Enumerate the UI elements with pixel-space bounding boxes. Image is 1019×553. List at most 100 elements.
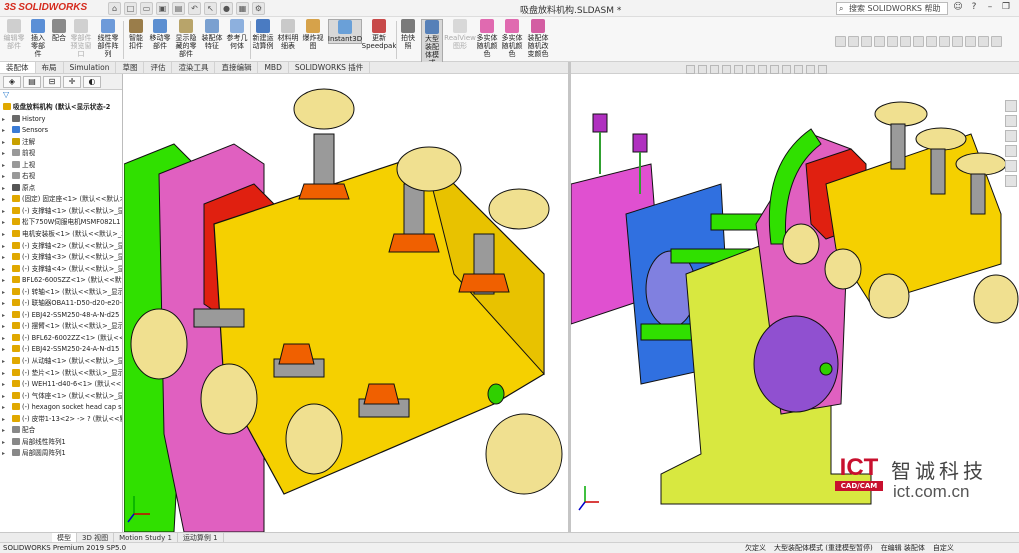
- mate-button[interactable]: 配合: [51, 19, 67, 42]
- instant3d-button[interactable]: Instant3D: [328, 19, 362, 44]
- expand-arrow-icon[interactable]: ▸: [2, 252, 5, 264]
- view-settings-icon[interactable]: [978, 36, 989, 47]
- save-icon[interactable]: ▣: [156, 2, 169, 15]
- appearance-icon[interactable]: [952, 36, 963, 47]
- expand-arrow-icon[interactable]: ▸: [2, 217, 5, 229]
- tree-item[interactable]: ▸ (-) 转轴<1> (默认<<默认>_显示: [0, 287, 122, 299]
- section-view-icon[interactable]: [722, 65, 731, 74]
- tree-item[interactable]: ▸ (-) EBJ42-SSM250-24-A-N-d15: [0, 344, 122, 356]
- tree-item[interactable]: ▸ 原点: [0, 183, 122, 195]
- tree-item[interactable]: ▸ Sensors: [0, 125, 122, 137]
- tree-item[interactable]: ▸ (-) 支撑轴<4> (默认<<默认>_显: [0, 264, 122, 276]
- view-settings-icon[interactable]: [806, 65, 815, 74]
- expand-arrow-icon[interactable]: ▸: [2, 160, 5, 172]
- tree-item[interactable]: ▸ (-) 皮带1-13<2> -> ? (默认<<默认: [0, 414, 122, 426]
- edit-component-button[interactable]: 编辑零部件: [2, 19, 26, 50]
- dimxpert-icon[interactable]: ✛: [63, 76, 81, 88]
- expand-arrow-icon[interactable]: ▸: [2, 229, 5, 241]
- restore-icon[interactable]: ❐: [1000, 1, 1012, 14]
- expand-arrow-icon[interactable]: ▸: [2, 171, 5, 183]
- file-properties-icon[interactable]: ▦: [236, 2, 249, 15]
- large-assembly-mode-button[interactable]: 大型装配体模式: [421, 19, 443, 68]
- expand-arrow-icon[interactable]: ▸: [2, 425, 5, 437]
- monitor-icon[interactable]: [818, 65, 827, 74]
- solidworks-logo[interactable]: 3S SOLIDWORKS: [4, 2, 87, 13]
- tree-item[interactable]: ▸ 松下750W伺服电机MSMF082L1: [0, 217, 122, 229]
- assembly-features-button[interactable]: 装配体特征: [201, 19, 223, 50]
- expand-arrow-icon[interactable]: ▸: [2, 125, 5, 137]
- tree-item[interactable]: ▸ (-) hexagon socket head cap s: [0, 402, 122, 414]
- tree-item[interactable]: ▸ 上视: [0, 160, 122, 172]
- show-hidden-components-button[interactable]: 显示隐藏的零部件: [174, 19, 198, 58]
- expand-arrow-icon[interactable]: ▸: [2, 194, 5, 206]
- zoom-fit-icon[interactable]: [874, 36, 885, 47]
- expand-arrow-icon[interactable]: ▸: [2, 321, 5, 333]
- view-palette-icon[interactable]: [1005, 145, 1017, 157]
- expand-arrow-icon[interactable]: ▸: [2, 148, 5, 160]
- tree-item[interactable]: ▸ History: [0, 114, 122, 126]
- move-component-button[interactable]: 移动零部件: [149, 19, 171, 50]
- zoom-area-icon[interactable]: [698, 65, 707, 74]
- feature-manager-icon[interactable]: ◈: [3, 76, 21, 88]
- expand-arrow-icon[interactable]: ▸: [2, 183, 5, 195]
- monitor-icon[interactable]: [991, 36, 1002, 47]
- linear-pattern-button[interactable]: 线性零部件阵列: [95, 19, 121, 58]
- tree-item[interactable]: ▸ 前视: [0, 148, 122, 160]
- rebuild-icon[interactable]: [861, 36, 872, 47]
- previous-view-icon[interactable]: [710, 65, 719, 74]
- display-style-icon[interactable]: [926, 36, 937, 47]
- take-snapshot-button[interactable]: 拍快照: [398, 19, 418, 50]
- tree-item[interactable]: ▸ BFL62-600SZZ<1> (默认<<默认: [0, 275, 122, 287]
- expand-arrow-icon[interactable]: ▸: [2, 344, 5, 356]
- print-icon[interactable]: ▤: [172, 2, 185, 15]
- tree-item[interactable]: ▸ (-) 联轴器OBA11-D50-d20-e20-: [0, 298, 122, 310]
- tree-item[interactable]: ▸ 右视: [0, 171, 122, 183]
- tree-item[interactable]: ▸ 注解: [0, 137, 122, 149]
- expand-arrow-icon[interactable]: ▸: [2, 391, 5, 403]
- home-icon[interactable]: ⌂: [108, 2, 121, 15]
- tree-item[interactable]: ▸ (-) 垫片<1> (默认<<默认>_显示: [0, 368, 122, 380]
- hide-show-icon[interactable]: [939, 36, 950, 47]
- expand-arrow-icon[interactable]: ▸: [2, 368, 5, 380]
- resources-icon[interactable]: [1005, 100, 1017, 112]
- tree-item[interactable]: ▸ (固定) 固定座<1> (默认<<默认>_: [0, 194, 122, 206]
- realview-graphics-button[interactable]: RealView图形: [444, 19, 476, 50]
- tree-item[interactable]: ▸ 局部圆周阵列1: [0, 448, 122, 460]
- user-icon[interactable]: ☺: [952, 1, 964, 14]
- assembly-random-color-button[interactable]: 装配体随机改变颜色: [526, 19, 550, 58]
- view-orientation-icon[interactable]: [746, 65, 755, 74]
- expand-arrow-icon[interactable]: ▸: [2, 137, 5, 149]
- expand-arrow-icon[interactable]: ▸: [2, 356, 5, 368]
- help-icon[interactable]: ?: [968, 1, 980, 14]
- tree-root[interactable]: 吸盘放料机构 (默认<显示状态-2: [0, 102, 122, 114]
- units-selector[interactable]: 自定义: [933, 543, 954, 553]
- appearances-icon[interactable]: [1005, 160, 1017, 172]
- options-icon[interactable]: ⚙: [252, 2, 265, 15]
- zoom-area-icon[interactable]: [887, 36, 898, 47]
- reference-geometry-button[interactable]: 参考几何体: [226, 19, 248, 50]
- tab-simulation[interactable]: Simulation: [64, 62, 117, 73]
- tab-render-tools[interactable]: 渲染工具: [172, 62, 216, 73]
- undo-icon[interactable]: ↶: [188, 2, 201, 15]
- help-search-input[interactable]: ⌕ 搜索 SOLIDWORKS 帮助: [836, 2, 948, 15]
- rebuild-icon[interactable]: ●: [220, 2, 233, 15]
- tree-filter[interactable]: ▽: [0, 90, 122, 102]
- display-style-icon[interactable]: [758, 65, 767, 74]
- zoom-fit-icon[interactable]: [686, 65, 695, 74]
- expand-arrow-icon[interactable]: ▸: [2, 206, 5, 218]
- section-view-icon[interactable]: [900, 36, 911, 47]
- smart-fasteners-button[interactable]: 智能扣件: [126, 19, 146, 50]
- tree-item[interactable]: ▸ (-) BFL62-6002ZZ<1> (默认<<默: [0, 333, 122, 345]
- expand-arrow-icon[interactable]: ▸: [2, 333, 5, 345]
- tree-item[interactable]: ▸ (-) WEH11-d40-6<1> (默认<<De: [0, 379, 122, 391]
- configuration-manager-icon[interactable]: ⊟: [43, 76, 61, 88]
- tab-assembly[interactable]: 装配体: [0, 62, 36, 73]
- tab-layout[interactable]: 布局: [36, 62, 64, 73]
- select-icon[interactable]: ↖: [204, 2, 217, 15]
- tree-item[interactable]: ▸ 电机安装板<1> (默认<<默认>_3: [0, 229, 122, 241]
- box-select-icon[interactable]: [848, 36, 859, 47]
- hide-show-icon[interactable]: [770, 65, 779, 74]
- expand-arrow-icon[interactable]: ▸: [2, 298, 5, 310]
- new-icon[interactable]: □: [124, 2, 137, 15]
- tree-item[interactable]: ▸ (-) 支撑轴<3> (默认<<默认>_显: [0, 252, 122, 264]
